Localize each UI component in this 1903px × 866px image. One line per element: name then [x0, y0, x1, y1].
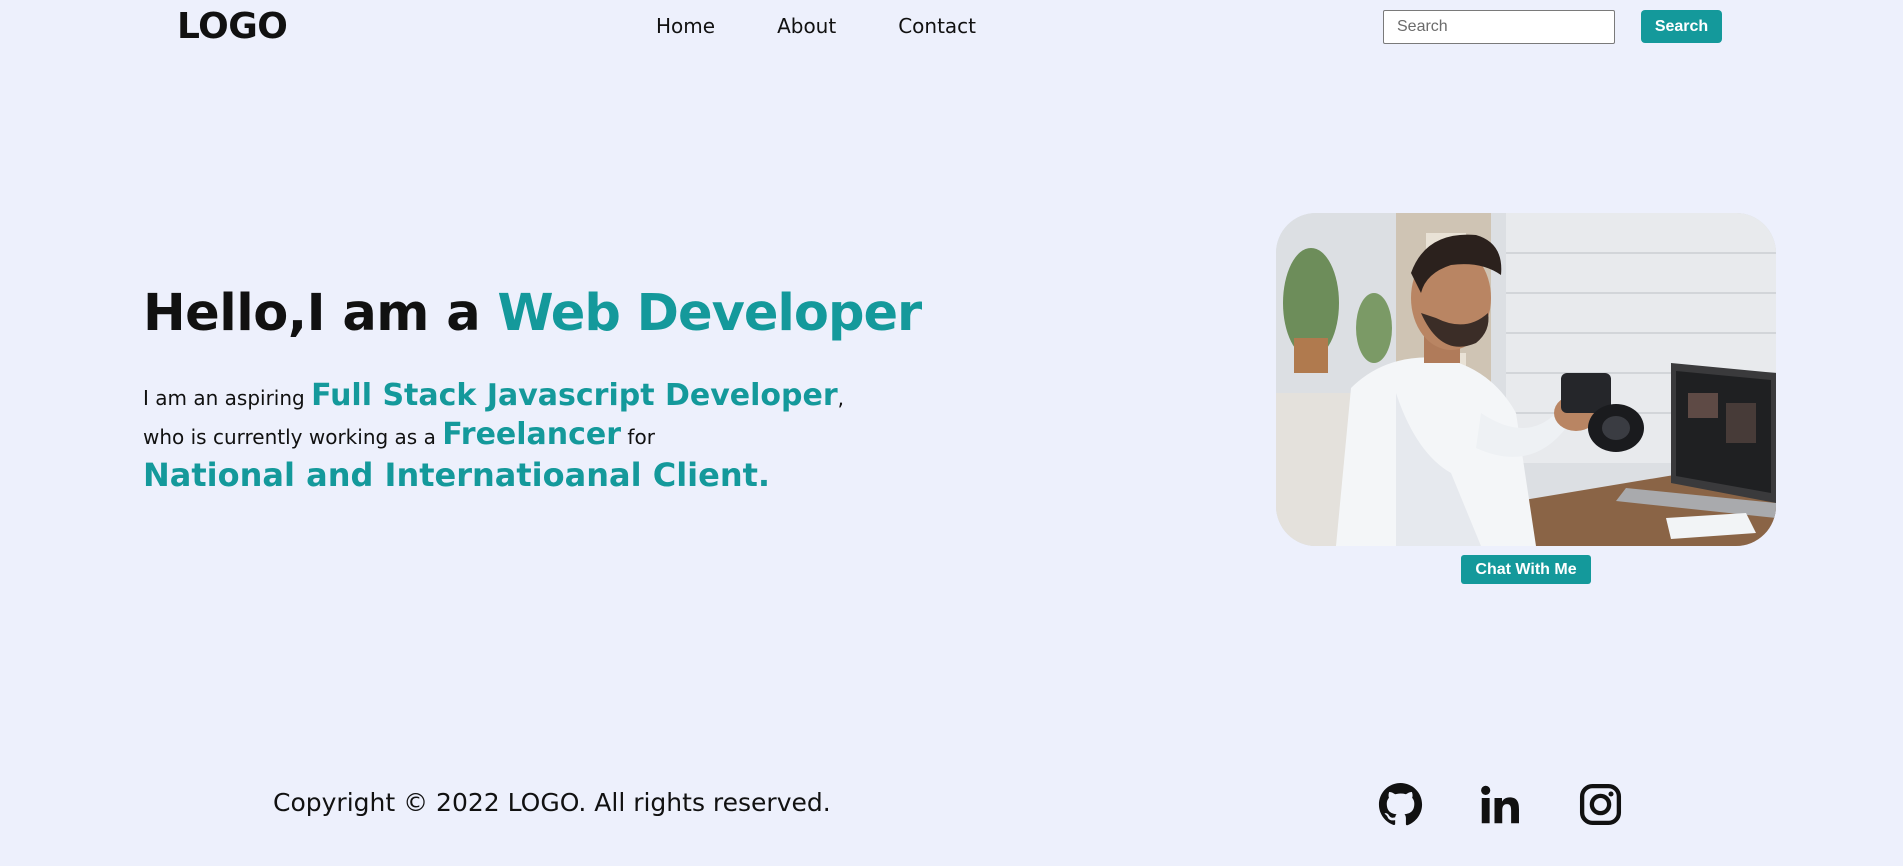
- hero-line-3-accent: National and Internatioanal Client.: [143, 456, 771, 494]
- main-nav: Home About Contact: [656, 14, 1038, 38]
- page: LOGO Home About Contact Search Hello,I a…: [0, 0, 1903, 866]
- hero-line-1-suffix: ,: [837, 386, 845, 410]
- hero-line-2-suffix: for: [621, 425, 655, 449]
- logo[interactable]: LOGO: [177, 6, 288, 47]
- hero-title-prefix: Hello,I am a: [143, 284, 498, 343]
- hero-line-1-prefix: I am an aspiring: [143, 386, 312, 410]
- github-icon[interactable]: [1378, 782, 1423, 827]
- search-input[interactable]: [1383, 10, 1615, 44]
- hero-line-2-prefix: who is currently working as a: [143, 425, 443, 449]
- hero-line-1: I am an aspiring Full Stack Javascript D…: [143, 378, 903, 413]
- hero-line-2: who is currently working as a Freelancer…: [143, 417, 903, 452]
- linkedin-icon[interactable]: [1478, 782, 1523, 827]
- nav-home-link[interactable]: Home: [656, 14, 715, 38]
- hero-line-1-accent: Full Stack Javascript Developer: [311, 378, 838, 413]
- developer-photo-illustration: [1276, 213, 1776, 546]
- instagram-icon[interactable]: [1578, 782, 1623, 827]
- social-links: [1378, 782, 1678, 827]
- nav-contact-link[interactable]: Contact: [898, 14, 976, 38]
- hero-title-accent: Web Developer: [497, 284, 922, 343]
- copyright-text: Copyright © 2022 LOGO. All rights reserv…: [273, 788, 831, 817]
- hero-line-3: National and Internatioanal Client.: [143, 456, 903, 494]
- hero-description: I am an aspiring Full Stack Javascript D…: [143, 378, 903, 494]
- hero-line-2-accent: Freelancer: [442, 417, 622, 452]
- hero-title: Hello,I am a Web Developer: [143, 284, 922, 343]
- developer-photo: [1276, 213, 1776, 546]
- nav-about-link[interactable]: About: [777, 14, 836, 38]
- chat-with-me-button[interactable]: Chat With Me: [1461, 555, 1591, 584]
- search-button[interactable]: Search: [1641, 10, 1722, 43]
